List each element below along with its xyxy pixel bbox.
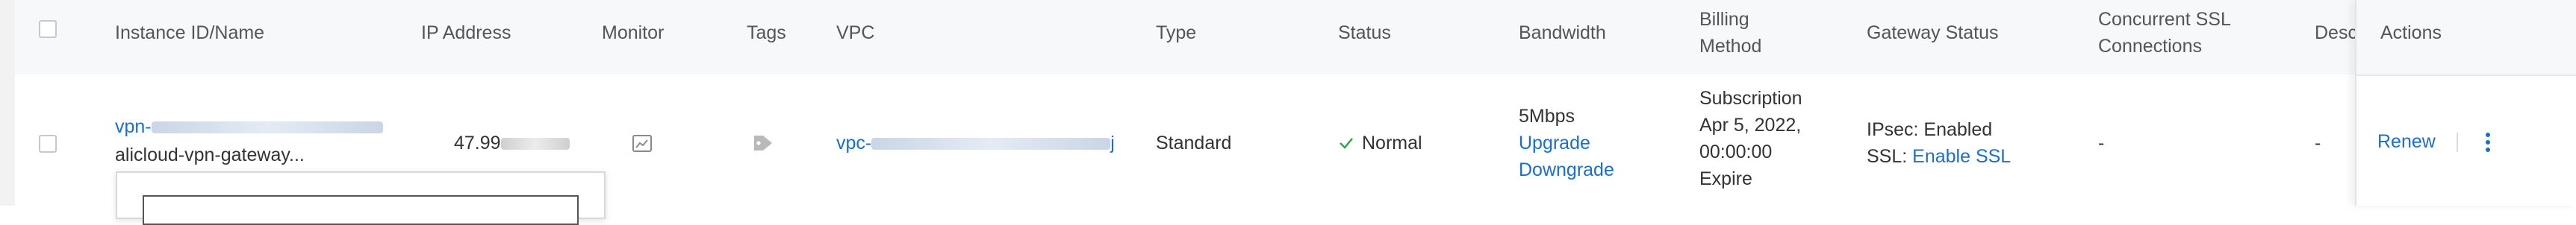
billing-expire: Expire: [1699, 168, 1752, 189]
actions-column: Actions Renew: [2355, 0, 2576, 206]
instance-id-link[interactable]: vpn-: [115, 113, 383, 140]
instance-name-edit-input[interactable]: [143, 195, 579, 225]
concurrent-ssl-value: -: [2098, 133, 2105, 153]
ssl-label: SSL:: [1867, 146, 1913, 167]
ip-address-text: 47.99: [454, 133, 501, 153]
status-text: Normal: [1362, 133, 1422, 153]
checkmark-icon: [1338, 136, 1354, 150]
monitor-chart-icon[interactable]: [632, 133, 653, 154]
redacted-instance-id: [151, 121, 383, 134]
col-billing-header-line1[interactable]: Billing: [1699, 6, 1749, 33]
col-type-header[interactable]: Type: [1156, 19, 1196, 46]
upgrade-link[interactable]: Upgrade: [1519, 130, 1590, 156]
ssl-status: SSL: Enable SSL: [1867, 143, 2011, 170]
ip-address: 47.99: [454, 130, 570, 156]
billing-time: 00:00:00: [1699, 142, 1773, 162]
col-ssl-header-line2[interactable]: Connections: [2098, 33, 2202, 60]
left-edge: [0, 0, 15, 206]
instance-name-edit-popup: [116, 171, 606, 225]
tag-icon[interactable]: [753, 134, 774, 152]
redacted-ip: [500, 138, 570, 150]
col-bandwidth-header[interactable]: Bandwidth: [1519, 19, 1606, 46]
more-vertical-icon[interactable]: [2482, 131, 2494, 153]
enable-ssl-link[interactable]: Enable SSL: [1912, 146, 2011, 167]
col-tags-header[interactable]: Tags: [747, 19, 786, 46]
instance-name: alicloud-vpn-gateway...: [115, 145, 305, 165]
col-ssl-header-line1[interactable]: Concurrent SSL: [2098, 6, 2231, 33]
instance-id-text[interactable]: vpn-: [115, 116, 152, 137]
col-vpc-header[interactable]: VPC: [836, 19, 874, 46]
col-ip-header[interactable]: IP Address: [421, 19, 511, 46]
action-divider: [2457, 133, 2458, 152]
downgrade-link[interactable]: Downgrade: [1519, 156, 1614, 183]
billing-date: Apr 5, 2022,: [1699, 115, 1802, 136]
renew-link[interactable]: Renew: [2377, 128, 2436, 155]
col-desc-header[interactable]: Desc: [2315, 19, 2357, 46]
table-header: Instance ID/Name IP Address Monitor Tags…: [15, 0, 2576, 76]
redacted-vpc-id: [871, 138, 1111, 150]
vpc-link[interactable]: vpc-j: [836, 130, 1115, 156]
row-checkbox[interactable]: [39, 135, 57, 153]
col-actions-header: Actions: [2380, 22, 2442, 43]
bandwidth-value: 5Mbps: [1519, 106, 1575, 127]
vpc-suffix[interactable]: j: [1110, 133, 1115, 153]
vpc-prefix[interactable]: vpc-: [836, 133, 871, 153]
col-status-header[interactable]: Status: [1338, 19, 1391, 46]
instance-type: Standard: [1156, 133, 1232, 153]
col-gateway-header[interactable]: Gateway Status: [1867, 19, 1998, 46]
description-value: -: [2315, 133, 2321, 153]
col-monitor-header[interactable]: Monitor: [602, 19, 664, 46]
billing-type: Subscription: [1699, 88, 1802, 109]
col-billing-header-line2[interactable]: Method: [1699, 33, 1761, 60]
select-all-checkbox[interactable]: [39, 20, 57, 38]
col-instance-header[interactable]: Instance ID/Name: [115, 19, 264, 46]
ipsec-status: IPsec: Enabled: [1867, 119, 1993, 140]
